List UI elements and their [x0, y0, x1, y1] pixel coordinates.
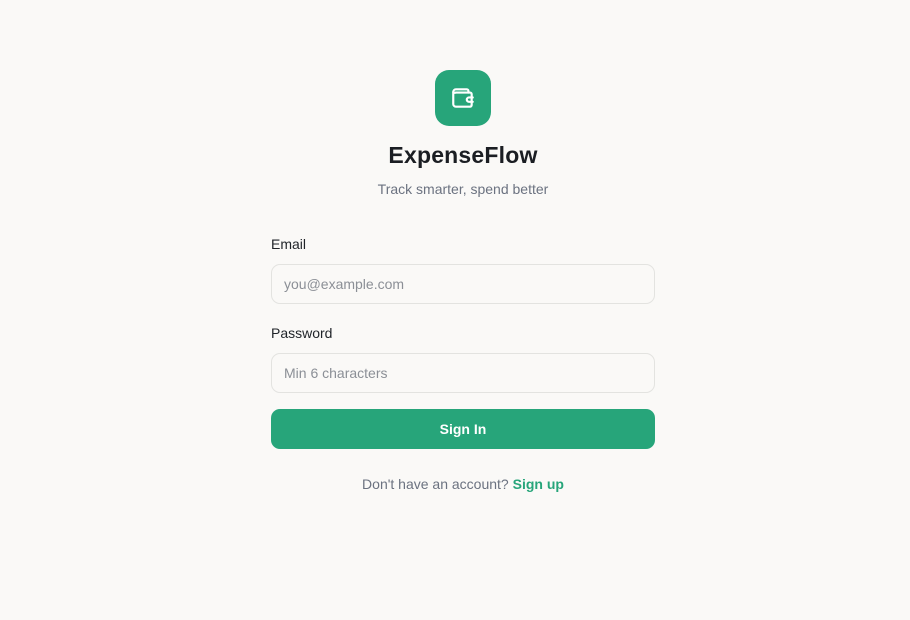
app-logo: [435, 70, 491, 126]
email-input[interactable]: [271, 264, 655, 304]
email-label: Email: [271, 236, 307, 252]
login-card: ExpenseFlow Track smarter, spend better …: [271, 70, 655, 493]
sign-up-link[interactable]: Sign up: [513, 476, 564, 492]
wallet-icon: [450, 85, 476, 111]
password-input[interactable]: [271, 353, 655, 393]
password-label: Password: [271, 325, 333, 341]
signup-prompt-text: Don't have an account?: [362, 476, 509, 492]
tagline: Track smarter, spend better: [377, 181, 549, 197]
signup-prompt: Don't have an account? Sign up: [271, 475, 655, 493]
sign-in-button[interactable]: Sign In: [271, 409, 655, 449]
logo-wrap: [271, 70, 655, 126]
app-title: ExpenseFlow: [388, 142, 538, 168]
